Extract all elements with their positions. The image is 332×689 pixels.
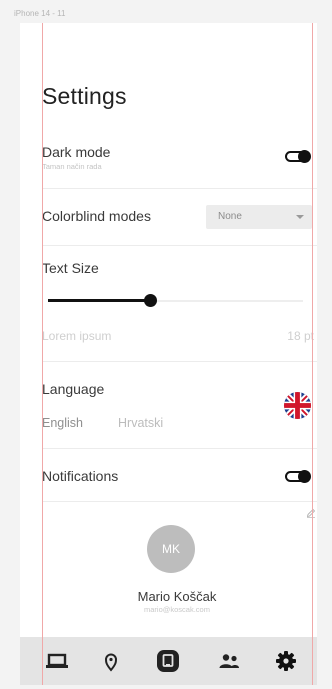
- dark-mode-sublabel: Taman način rada: [42, 162, 102, 171]
- layout-guide-left: [42, 23, 43, 685]
- bottom-tab-bar: [20, 637, 317, 685]
- people-icon: [219, 654, 239, 668]
- layout-guide-right: [312, 23, 313, 685]
- chevron-down-icon: [296, 215, 304, 219]
- toggle-knob: [298, 470, 311, 483]
- divider: [42, 188, 317, 189]
- gear-icon: [276, 651, 296, 671]
- divider: [42, 245, 317, 246]
- location-pin-icon: [104, 653, 118, 672]
- notifications-toggle[interactable]: [285, 470, 311, 483]
- divider: [42, 448, 317, 449]
- phone-screen: Settings Dark mode Taman način rada Colo…: [20, 23, 317, 685]
- language-option-hrvatski[interactable]: Hrvatski: [118, 416, 163, 430]
- divider: [42, 501, 317, 502]
- colorblind-label: Colorblind modes: [42, 208, 151, 224]
- tab-tablet[interactable]: [155, 648, 181, 674]
- text-size-label: Text Size: [42, 260, 99, 276]
- text-size-slider-fill: [48, 299, 150, 302]
- divider: [42, 361, 317, 362]
- laptop-icon: [46, 653, 68, 668]
- toggle-knob: [298, 150, 311, 163]
- uk-flag-icon[interactable]: [283, 391, 312, 420]
- tab-location[interactable]: [98, 648, 124, 674]
- dark-mode-toggle[interactable]: [285, 150, 311, 163]
- tab-laptop[interactable]: [44, 648, 70, 674]
- language-option-english[interactable]: English: [42, 416, 83, 430]
- page-title: Settings: [42, 83, 127, 109]
- colorblind-select[interactable]: None: [206, 205, 312, 229]
- user-email: mario@koscak.com: [144, 605, 210, 614]
- dark-mode-label: Dark mode: [42, 144, 111, 160]
- avatar[interactable]: MK: [147, 525, 195, 573]
- text-size-slider-thumb[interactable]: [144, 294, 157, 307]
- language-label: Language: [42, 381, 105, 397]
- text-size-value: 18 pt: [287, 329, 314, 343]
- text-size-preview: Lorem ipsum: [42, 329, 112, 343]
- user-name: Mario Koščak: [137, 589, 217, 604]
- tab-settings[interactable]: [273, 648, 299, 674]
- frame-label: iPhone 14 - 11: [14, 9, 66, 18]
- colorblind-select-value: None: [218, 211, 242, 222]
- pencil-icon[interactable]: [306, 508, 316, 518]
- tablet-icon: [157, 650, 179, 672]
- notifications-label: Notifications: [42, 468, 119, 484]
- tab-people[interactable]: [216, 648, 242, 674]
